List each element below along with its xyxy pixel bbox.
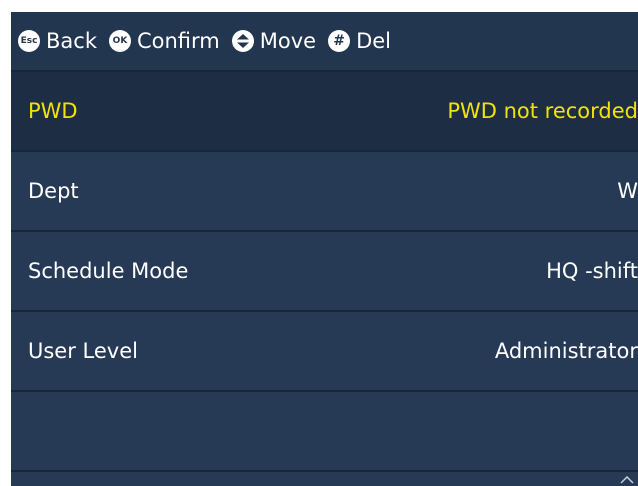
ok-key-icon: OK <box>108 30 131 52</box>
field-row-dept[interactable]: Dept W <box>11 152 638 232</box>
field-value: HQ -shift <box>546 259 638 283</box>
hash-key-icon: # <box>328 30 351 52</box>
field-value: W <box>617 179 638 203</box>
back-label: Back <box>46 29 97 53</box>
move-label: Move <box>259 29 317 53</box>
user-edit-screen: Esc Back OK Confirm Move # Del PWD PWD n… <box>11 12 638 486</box>
back-hint[interactable]: Esc Back <box>18 29 97 53</box>
field-row-schedule-mode[interactable]: Schedule Mode HQ -shift <box>11 232 638 312</box>
confirm-label: Confirm <box>136 29 220 53</box>
field-value: PWD not recorded <box>447 99 638 123</box>
delete-label: Del <box>356 29 392 53</box>
up-down-key-icon <box>231 30 254 52</box>
delete-hint[interactable]: # Del <box>328 29 391 53</box>
field-row-user-level[interactable]: User Level Administrator <box>11 312 638 392</box>
field-label: Schedule Mode <box>28 259 189 283</box>
confirm-hint[interactable]: OK Confirm <box>108 29 220 53</box>
field-row-pwd[interactable]: PWD PWD not recorded <box>11 72 638 152</box>
field-label: PWD <box>28 99 78 123</box>
esc-key-icon: Esc <box>18 30 40 52</box>
field-label: User Level <box>28 339 138 363</box>
key-hint-bar: Esc Back OK Confirm Move # Del <box>11 12 638 72</box>
field-label: Dept <box>28 179 79 203</box>
scroll-up-icon[interactable] <box>620 476 634 484</box>
move-hint[interactable]: Move <box>231 29 317 53</box>
field-value: Administrator <box>494 339 638 363</box>
empty-row <box>11 392 638 472</box>
